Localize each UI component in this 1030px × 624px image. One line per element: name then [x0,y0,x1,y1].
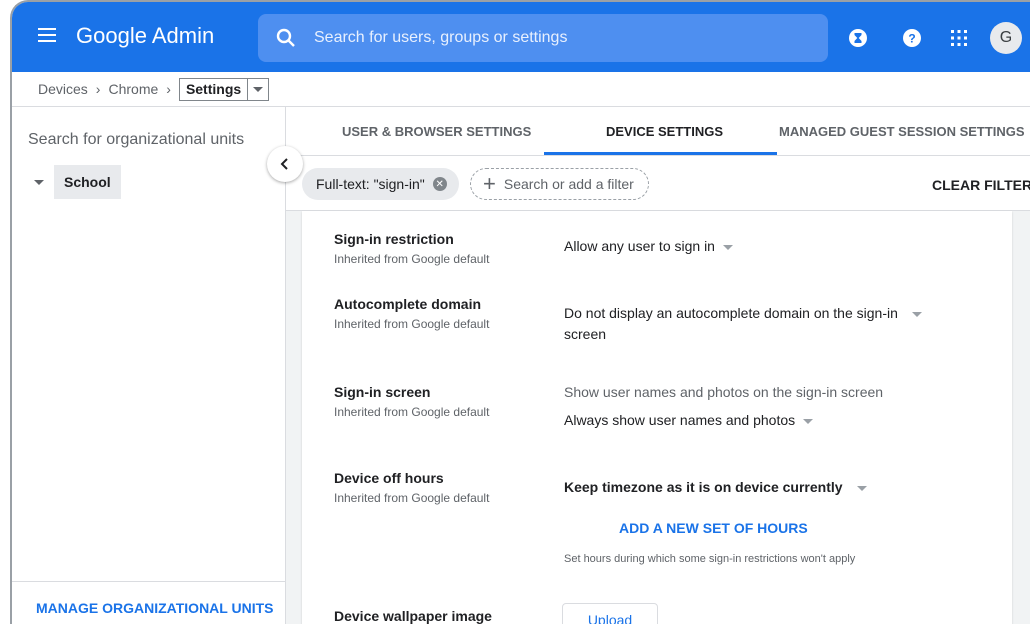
setting-inherited: Inherited from Google default [334,491,490,505]
caret-down-icon [803,418,814,424]
expand-caret-icon[interactable] [34,179,44,185]
caret-down-icon [911,311,922,317]
filter-chip[interactable]: Full-text: "sign-in" ✕ [302,168,459,200]
setting-inherited: Inherited from Google default [334,252,490,266]
hourglass-icon[interactable] [848,28,868,48]
app-logo[interactable]: Google Admin [76,23,214,49]
filter-chip-label: Full-text: "sign-in" [316,176,425,192]
select-value: Keep timezone as it is on device current… [564,479,843,495]
autocomplete-domain-select[interactable]: Do not display an autocomplete domain on… [564,305,922,321]
left-panel-footer: MANAGE ORGANIZATIONAL UNITS [12,581,285,624]
svg-text:?: ? [908,32,915,46]
ou-search-input[interactable]: Search for organizational units [28,131,244,149]
setting-title: Sign-in screen [334,384,431,400]
collapse-panel-button[interactable] [267,146,303,182]
caret-down-icon [856,485,867,491]
add-hours-link[interactable]: ADD A NEW SET OF HOURS [619,520,808,536]
search-icon [276,28,296,48]
global-search-input[interactable]: Search for users, groups or settings [258,14,828,62]
plus-icon: + [483,171,496,196]
search-placeholder: Search for users, groups or settings [314,29,568,46]
setting-title: Sign-in restriction [334,231,454,247]
select-value-continued: screen [564,326,607,342]
org-unit-panel: Search for organizational units School M… [12,107,286,624]
ou-node-school[interactable]: School [54,165,121,199]
tab-managed-guest-settings[interactable]: MANAGED GUEST SESSION SETTINGS [779,124,1025,139]
logo-google: Google [76,23,147,48]
manage-ou-link[interactable]: MANAGE ORGANIZATIONAL UNITS [36,600,273,616]
settings-card: Sign-in restriction Inherited from Googl… [302,211,1012,624]
setting-inherited: Inherited from Google default [334,317,490,331]
breadcrumb-current: Settings [178,77,249,101]
remove-filter-icon[interactable]: ✕ [432,177,447,191]
settings-tabs: USER & BROWSER SETTINGS DEVICE SETTINGS … [286,107,1030,156]
add-filter-input[interactable]: + Search or add a filter [470,168,649,200]
add-filter-placeholder: Search or add a filter [503,176,634,192]
settings-content: Sign-in restriction Inherited from Googl… [286,211,1030,624]
browser-window: Google Admin Search for users, groups or… [10,0,1030,624]
filter-bar: Full-text: "sign-in" ✕ + Search or add a… [286,156,1030,211]
breadcrumb-chrome[interactable]: Chrome [108,81,158,97]
select-value: Do not display an autocomplete domain on… [564,305,898,321]
sign-in-screen-select[interactable]: Always show user names and photos [564,412,814,428]
apps-grid-icon[interactable] [949,28,969,48]
chevron-left-icon [280,158,288,170]
tab-device-settings[interactable]: DEVICE SETTINGS [606,124,723,139]
setting-title: Autocomplete domain [334,296,482,312]
caret-down-icon [722,244,733,250]
setting-hint: Set hours during which some sign-in rest… [564,553,856,565]
menu-icon[interactable] [38,28,56,42]
chevron-right-icon: › [166,81,171,97]
device-off-hours-timezone-select[interactable]: Keep timezone as it is on device current… [564,479,867,495]
help-icon[interactable]: ? [902,28,922,48]
clear-filters-button[interactable]: CLEAR FILTERS [932,177,1030,193]
active-tab-indicator [544,152,777,155]
breadcrumb-dropdown-button[interactable] [248,77,270,101]
breadcrumb-devices[interactable]: Devices [38,81,88,97]
upload-button[interactable]: Upload [562,603,658,624]
avatar[interactable]: G [990,22,1022,54]
setting-title: Device wallpaper image [334,608,492,624]
select-value: Always show user names and photos [564,412,796,428]
breadcrumb: Devices › Chrome › Settings [12,72,1030,107]
setting-hint: Show user names and photos on the sign-i… [564,384,884,400]
sign-in-restriction-select[interactable]: Allow any user to sign in [564,238,733,254]
setting-title: Device off hours [334,470,444,486]
chevron-right-icon: › [95,81,101,97]
logo-admin: Admin [151,23,215,48]
app-header: Google Admin Search for users, groups or… [12,2,1030,72]
setting-inherited: Inherited from Google default [334,405,490,419]
caret-down-icon [253,86,264,92]
select-value: Allow any user to sign in [564,238,715,254]
ou-tree: School [28,165,121,199]
tab-user-browser-settings[interactable]: USER & BROWSER SETTINGS [342,124,531,139]
